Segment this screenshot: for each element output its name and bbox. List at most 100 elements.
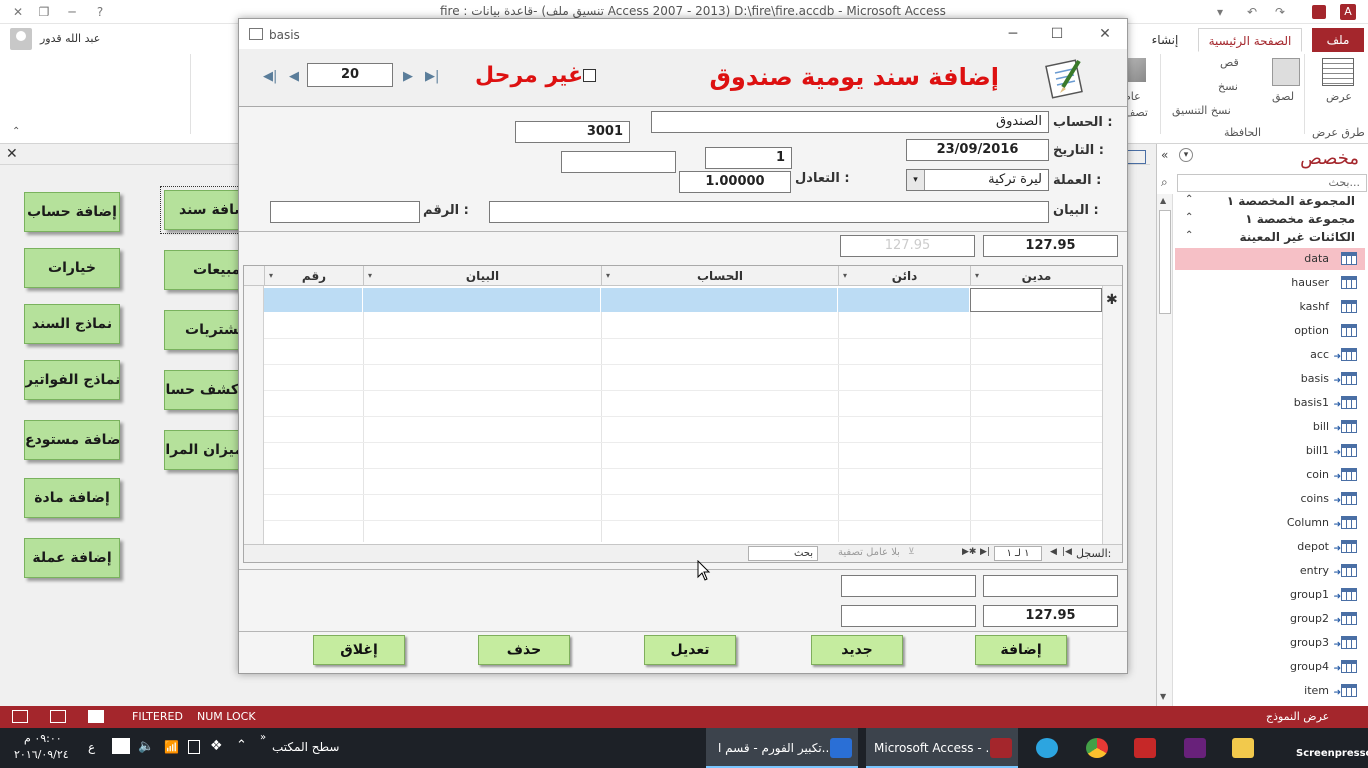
customize-qa-icon[interactable]: ▾	[1212, 4, 1228, 20]
tab-file[interactable]: ملف	[1312, 28, 1364, 52]
column-header-number[interactable]: ▾ رقم	[264, 266, 363, 286]
save-icon[interactable]	[1312, 5, 1326, 19]
chrome-icon[interactable]	[1086, 738, 1108, 758]
volume-icon[interactable]: 🔈	[138, 739, 154, 754]
nav-item-column[interactable]: Column ➜	[1175, 512, 1365, 534]
copy-button[interactable]: نسخ	[1218, 80, 1238, 93]
nav-item-group3[interactable]: group3 ➜	[1175, 632, 1365, 654]
account-code-field[interactable]: 3001	[515, 121, 630, 143]
date-field[interactable]: 23/09/2016	[906, 139, 1049, 161]
nav-item-depot[interactable]: depot ➜	[1175, 536, 1365, 558]
filter-status[interactable]: بلا عامل تصفية	[838, 547, 900, 558]
nav-item-bill[interactable]: bill ➜	[1175, 416, 1365, 438]
invoice-forms-button[interactable]: نماذج الفواتير	[24, 360, 120, 400]
close-icon[interactable]: ✕	[1095, 25, 1115, 43]
next-record-icon[interactable]: ◀	[1050, 547, 1057, 557]
desktop-toolbar-label[interactable]: سطح المكتب	[272, 740, 339, 754]
nav-group-header[interactable]: ⌃ الكائنات غير المعينة	[1177, 230, 1367, 248]
last-record-icon[interactable]: ▶|	[425, 69, 439, 84]
tab-home[interactable]: الصفحة الرئيسية	[1198, 28, 1302, 52]
record-position-field[interactable]: ١ لـ ١	[994, 546, 1042, 561]
nav-search-input[interactable]: بحث...	[1177, 174, 1367, 192]
add-account-button[interactable]: إضافة حساب	[24, 192, 120, 232]
first-record-icon[interactable]: |◀	[1062, 547, 1072, 557]
account-cell[interactable]	[601, 288, 838, 312]
taskbar-app-access[interactable]: Microsoft Access - ...	[866, 728, 1018, 768]
user-account[interactable]: عبد الله قدور	[6, 28, 126, 52]
paste-icon[interactable]	[1272, 58, 1300, 86]
posted-checkbox[interactable]	[583, 69, 596, 82]
close-icon[interactable]: ✕	[10, 4, 26, 20]
clock-time[interactable]: ٠٩:٠٠ م	[24, 732, 62, 745]
minimize-icon[interactable]: ─	[64, 4, 80, 20]
minimize-icon[interactable]: ─	[1003, 25, 1023, 43]
new-button[interactable]: جديد	[811, 635, 903, 665]
column-header-statement[interactable]: ▾ البيان	[363, 266, 601, 286]
extra-field[interactable]	[561, 151, 676, 173]
record-number-field[interactable]: 20	[307, 63, 393, 87]
statement-field[interactable]	[489, 201, 1049, 223]
restore-icon[interactable]: ❐	[36, 4, 52, 20]
nav-pane-header[interactable]: مخصص	[1179, 146, 1368, 172]
shutter-bar-icon[interactable]: «	[1161, 148, 1168, 162]
nav-item-group2[interactable]: group2 ➜	[1175, 608, 1365, 630]
add-item-button[interactable]: إضافة مادة	[24, 478, 120, 518]
input-language[interactable]: ع	[88, 740, 95, 754]
close-button[interactable]: إغلاق	[313, 635, 405, 665]
design-view-icon[interactable]	[12, 710, 28, 723]
swish-app-icon[interactable]	[1134, 738, 1156, 758]
nav-item-data[interactable]: data	[1175, 248, 1365, 270]
layout-view-icon[interactable]	[50, 710, 66, 723]
datasheet-new-row[interactable]	[264, 288, 1102, 312]
paste-button[interactable]: لصق	[1272, 90, 1294, 103]
edit-button[interactable]: تعديل	[644, 635, 736, 665]
nav-item-basis1[interactable]: basis1 ➜	[1175, 392, 1365, 414]
voucher-forms-button[interactable]: نماذج السند	[24, 304, 120, 344]
scroll-down-icon[interactable]: ▼	[1160, 692, 1166, 701]
nav-item-coin[interactable]: coin ➜	[1175, 464, 1365, 486]
add-warehouse-button[interactable]: إضافة مستودع	[24, 420, 120, 460]
debit-cell[interactable]	[970, 288, 1102, 312]
tab-create[interactable]: إنشاء	[1140, 28, 1190, 52]
first-record-icon[interactable]: ◀|	[263, 69, 277, 84]
next-record-icon[interactable]: ▶	[403, 69, 413, 84]
nav-group-header[interactable]: ⌃ المجموعة المخصصة ١	[1177, 194, 1367, 212]
redo-icon[interactable]: ↷	[1272, 4, 1288, 20]
nav-item-option[interactable]: option	[1175, 320, 1365, 342]
exchange-rate-field[interactable]: 1.00000	[679, 171, 791, 193]
format-painter-button[interactable]: نسخ التنسيق	[1172, 104, 1231, 117]
datasheet-search-input[interactable]: بحث	[748, 546, 818, 561]
view-button[interactable]: عرض	[1326, 90, 1352, 103]
datasheet-scrollbar[interactable]	[244, 286, 264, 544]
help-icon[interactable]: ?	[92, 4, 108, 20]
undo-icon[interactable]: ↶	[1244, 4, 1260, 20]
show-hidden-icons[interactable]: ⌃	[236, 738, 247, 753]
nav-item-item[interactable]: item ➜	[1175, 680, 1365, 702]
last-record-icon[interactable]: ▶|	[980, 547, 990, 557]
nav-item-group4[interactable]: group4 ➜	[1175, 656, 1365, 678]
nav-item-coins[interactable]: coins ➜	[1175, 488, 1365, 510]
chevron-down-icon[interactable]: ▾	[907, 170, 925, 190]
credit-cell[interactable]	[838, 288, 970, 312]
column-header-account[interactable]: ▾ الحساب	[601, 266, 838, 286]
nav-scrollbar[interactable]: ▲ ▼	[1157, 194, 1173, 706]
close-icon[interactable]: ✕	[6, 146, 18, 162]
statement-cell[interactable]	[363, 288, 601, 312]
maximize-icon[interactable]: ☐	[1047, 25, 1067, 43]
account-field[interactable]: الصندوق	[651, 111, 1049, 133]
add-currency-button[interactable]: إضافة عملة	[24, 538, 120, 578]
currency-select[interactable]: ليرة تركية	[906, 169, 1049, 191]
visual-studio-icon[interactable]	[1184, 738, 1206, 758]
number-field[interactable]	[270, 201, 420, 223]
nav-item-acc[interactable]: acc ➜	[1175, 344, 1365, 366]
nav-item-group1[interactable]: group1 ➜	[1175, 584, 1365, 606]
column-header-credit[interactable]: ▾ دائن	[838, 266, 970, 286]
network-icon[interactable]: 📶	[164, 740, 179, 754]
toolbar-expand-icon[interactable]: »	[260, 732, 266, 743]
options-button[interactable]: خيارات	[24, 248, 120, 288]
previous-record-icon[interactable]: ◀	[289, 69, 299, 84]
nav-item-entry[interactable]: entry ➜	[1175, 560, 1365, 582]
scroll-up-icon[interactable]: ▲	[1160, 196, 1166, 205]
view-icon[interactable]	[1322, 58, 1354, 86]
form-view-icon[interactable]	[88, 710, 104, 723]
